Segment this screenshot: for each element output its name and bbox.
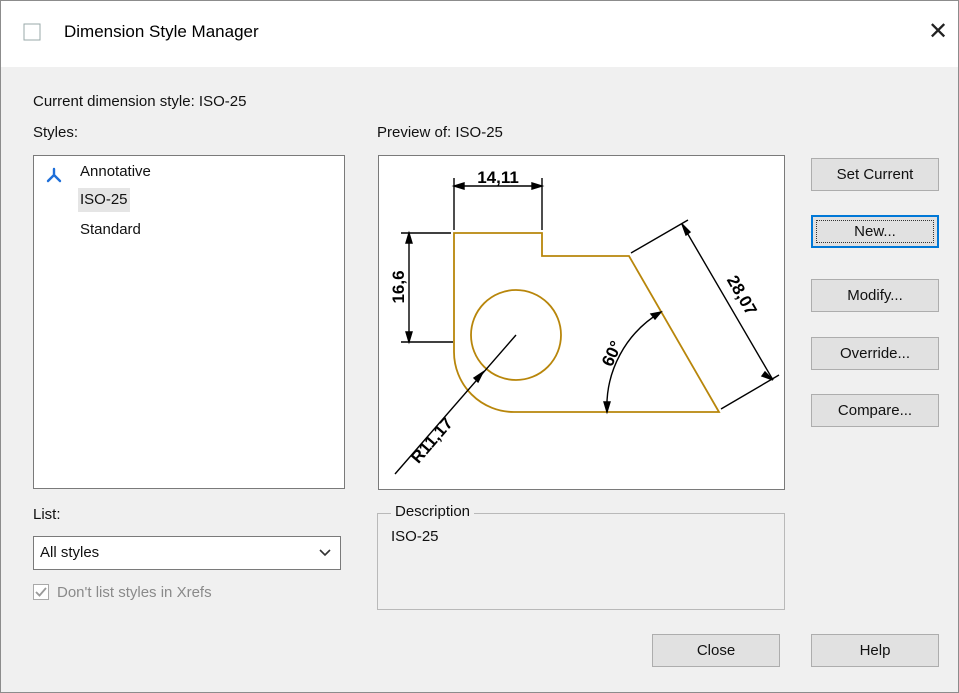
preview-label: Preview of: ISO-25: [377, 124, 503, 141]
dim-left-label: 16,6: [389, 270, 408, 303]
new-button[interactable]: New...: [811, 215, 939, 248]
description-text: ISO-25: [391, 528, 439, 545]
description-group: Description ISO-25: [377, 503, 785, 610]
preview-geometry: [453, 232, 721, 413]
preview-labels: 14,11 16,6 28,07 60° R11,17: [389, 168, 761, 467]
styles-listbox[interactable]: Annotative ISO-25 Standard: [33, 155, 345, 489]
xrefs-label: Don't list styles in Xrefs: [57, 584, 212, 601]
list-label: List:: [33, 506, 61, 523]
close-icon[interactable]: ✕: [923, 17, 953, 47]
override-button[interactable]: Override...: [811, 337, 939, 370]
style-preview: 14,11 16,6 28,07 60° R11,17: [378, 155, 785, 490]
close-button[interactable]: Close: [652, 634, 780, 667]
modify-button[interactable]: Modify...: [811, 279, 939, 312]
app-icon: [23, 23, 41, 41]
title-bar: Dimension Style Manager ✕: [1, 1, 958, 67]
compare-button[interactable]: Compare...: [811, 394, 939, 427]
focus-ring: [816, 220, 934, 243]
style-item-standard[interactable]: Standard: [80, 218, 141, 242]
dim-slant-label: 28,07: [723, 272, 761, 318]
dim-angle-label: 60°: [598, 338, 626, 370]
set-current-button[interactable]: Set Current: [811, 158, 939, 191]
style-item-annotative[interactable]: Annotative: [80, 160, 151, 184]
xrefs-checkbox[interactable]: [33, 584, 49, 600]
checkmark-icon: [35, 587, 47, 597]
style-item-iso-25[interactable]: ISO-25: [78, 188, 130, 212]
annotative-icon: [46, 167, 62, 183]
chevron-down-icon: [319, 549, 331, 557]
list-filter-select[interactable]: All styles: [33, 536, 341, 570]
dialog-window: Dimension Style Manager ✕ Current dimens…: [0, 0, 959, 693]
dim-top-label: 14,11: [477, 168, 519, 187]
dialog-title: Dimension Style Manager: [64, 22, 259, 41]
styles-label: Styles:: [33, 124, 79, 141]
dim-radius-label: R11,17: [407, 414, 457, 467]
preview-drawing: 14,11 16,6 28,07 60° R11,17: [389, 168, 780, 475]
current-style-label: Current dimension style: ISO-25: [33, 93, 247, 110]
list-filter-value: All styles: [40, 544, 100, 561]
help-button[interactable]: Help: [811, 634, 939, 667]
description-legend: Description: [391, 503, 475, 520]
